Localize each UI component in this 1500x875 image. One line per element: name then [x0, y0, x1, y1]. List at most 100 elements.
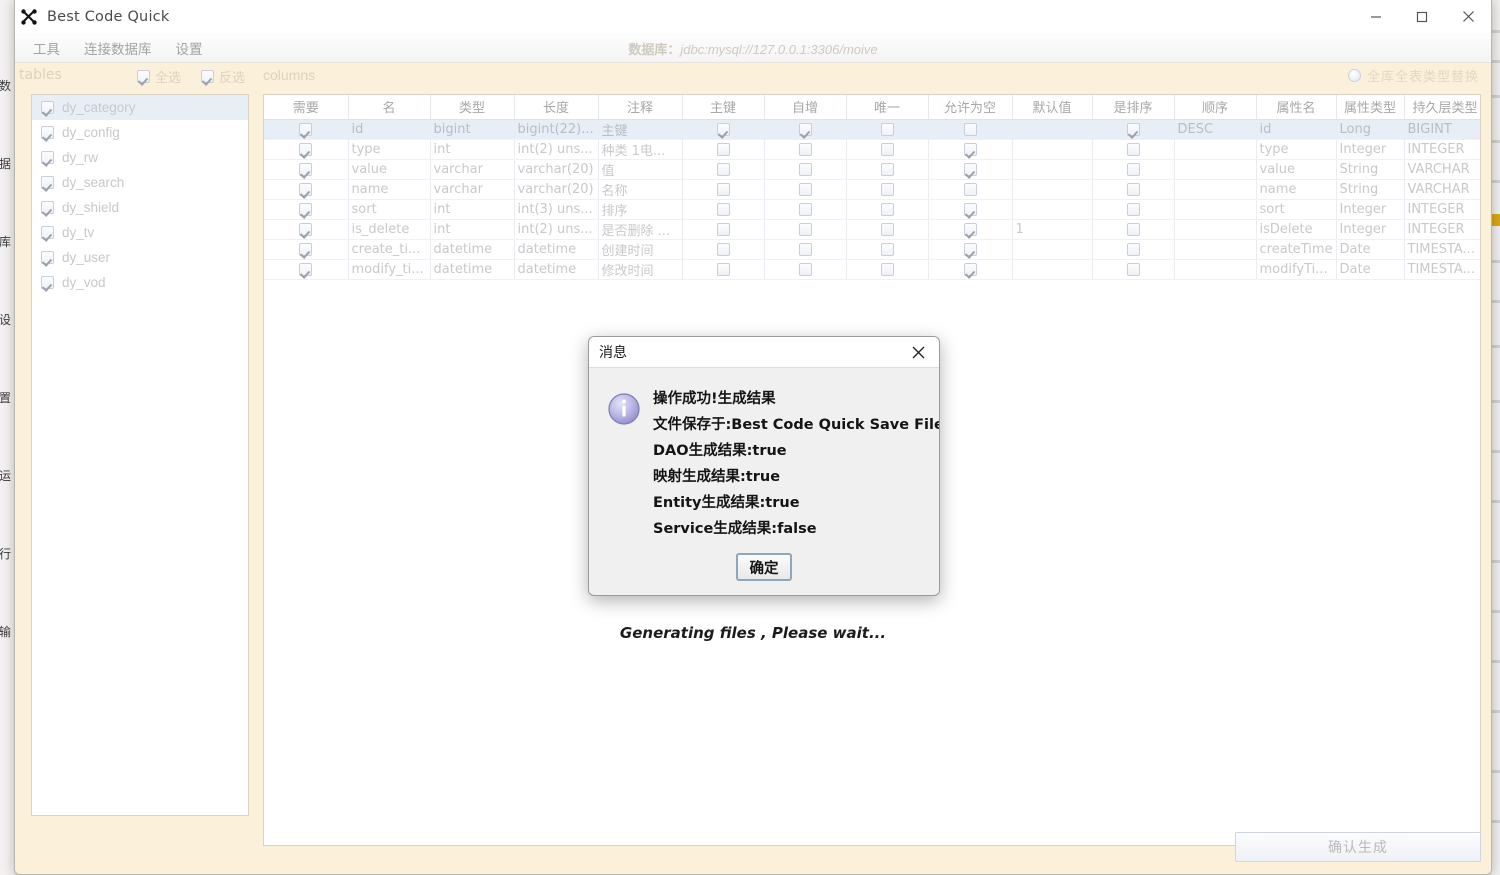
grid-cell-unique[interactable] [846, 239, 929, 260]
grid-cell-sort-order[interactable] [1174, 239, 1257, 260]
grid-cell-comment[interactable]: 主键 [598, 119, 683, 140]
grid-cell-length[interactable]: int(2) uns... [514, 219, 599, 240]
grid-checkbox-unique[interactable] [880, 202, 894, 216]
grid-checkbox-auto-increment[interactable] [798, 222, 812, 236]
grid-cell-property-type[interactable]: Date [1336, 239, 1405, 260]
grid-cell-is-sort[interactable] [1092, 259, 1175, 280]
tables-list-panel[interactable]: dy_category dy_config dy_rw dy_search dy_shi… [31, 94, 249, 816]
grid-cell-primary-key[interactable] [682, 259, 765, 280]
grid-cell-is-sort[interactable] [1092, 159, 1175, 180]
grid-cell-property-name[interactable]: value [1256, 159, 1337, 180]
grid-cell-sort-order[interactable] [1174, 139, 1257, 160]
grid-checkbox-unique[interactable] [880, 122, 894, 136]
grid-checkbox-is-sort[interactable] [1126, 242, 1140, 256]
grid-checkbox-need[interactable] [299, 202, 313, 216]
grid-cell-need[interactable] [264, 119, 349, 140]
table-item-checkbox[interactable] [41, 151, 54, 164]
grid-cell-property-type[interactable]: Date [1336, 259, 1405, 280]
grid-cell-primary-key[interactable] [682, 139, 765, 160]
grid-checkbox-auto-increment[interactable] [798, 202, 812, 216]
grid-cell-persist-type[interactable]: VARCHAR [1404, 179, 1480, 200]
table-item-checkbox[interactable] [41, 251, 54, 264]
grid-cell-primary-key[interactable] [682, 179, 765, 200]
table-list-item[interactable]: dy_config [32, 120, 248, 145]
grid-checkbox-need[interactable] [299, 162, 313, 176]
grid-row[interactable]: modify_ti... datetime datetime 修改时间 modifyTi… [264, 259, 1480, 280]
table-list-item[interactable]: dy_category [32, 95, 248, 120]
grid-header-cell[interactable]: 顺序 [1174, 95, 1257, 120]
grid-header-cell[interactable]: 唯一 [846, 95, 929, 120]
replace-all-types-radio[interactable]: 全库全表类型替换 [1347, 66, 1479, 85]
grid-cell-type[interactable]: int [430, 139, 515, 160]
replace-all-types-radio-dot[interactable] [1347, 69, 1361, 82]
grid-checkbox-auto-increment[interactable] [798, 262, 812, 276]
grid-cell-unique[interactable] [846, 139, 929, 160]
grid-cell-unique[interactable] [846, 219, 929, 240]
grid-cell-comment[interactable]: 是否删除 ... [598, 219, 683, 240]
grid-checkbox-auto-increment[interactable] [798, 122, 812, 136]
grid-row[interactable]: id bigint bigint(22)... 主键 DESC id Long BIGINT [264, 119, 1480, 140]
grid-cell-auto-increment[interactable] [764, 259, 847, 280]
grid-checkbox-need[interactable] [299, 122, 313, 136]
grid-cell-property-name[interactable]: modifyTi... [1256, 259, 1337, 280]
grid-cell-property-name[interactable]: name [1256, 179, 1337, 200]
grid-cell-sort-order[interactable] [1174, 199, 1257, 220]
grid-cell-nullable[interactable] [928, 119, 1013, 140]
grid-cell-comment[interactable]: 名称 [598, 179, 683, 200]
grid-cell-comment[interactable]: 值 [598, 159, 683, 180]
grid-cell-property-type[interactable]: Integer [1336, 199, 1405, 220]
table-list-item[interactable]: dy_vod [32, 270, 248, 295]
grid-cell-need[interactable] [264, 239, 349, 260]
grid-checkbox-need[interactable] [299, 182, 313, 196]
grid-cell-property-name[interactable]: type [1256, 139, 1337, 160]
grid-header-cell[interactable]: 自增 [764, 95, 847, 120]
grid-cell-comment[interactable]: 修改时间 [598, 259, 683, 280]
grid-checkbox-auto-increment[interactable] [798, 182, 812, 196]
invert-selection-checkbox-box[interactable] [201, 70, 214, 83]
grid-cell-property-type[interactable]: String [1336, 179, 1405, 200]
grid-cell-primary-key[interactable] [682, 119, 765, 140]
grid-header-cell[interactable]: 注释 [598, 95, 683, 120]
grid-cell-property-type[interactable]: Integer [1336, 219, 1405, 240]
grid-cell-default-value[interactable] [1012, 179, 1093, 200]
grid-header-cell[interactable]: 持久层类型 [1404, 95, 1480, 120]
grid-cell-type[interactable]: varchar [430, 179, 515, 200]
grid-cell-default-value[interactable] [1012, 239, 1093, 260]
grid-checkbox-unique[interactable] [880, 182, 894, 196]
grid-checkbox-need[interactable] [299, 142, 313, 156]
grid-cell-need[interactable] [264, 159, 349, 180]
grid-cell-persist-type[interactable]: INTEGER [1404, 199, 1480, 220]
menu-item-tools[interactable]: 工具 [21, 36, 72, 60]
grid-cell-nullable[interactable] [928, 179, 1013, 200]
grid-checkbox-is-sort[interactable] [1126, 202, 1140, 216]
grid-cell-name[interactable]: modify_ti... [348, 259, 431, 280]
grid-checkbox-primary-key[interactable] [716, 162, 730, 176]
grid-cell-is-sort[interactable] [1092, 219, 1175, 240]
grid-cell-default-value[interactable] [1012, 159, 1093, 180]
confirm-generate-button[interactable]: 确认生成 [1235, 832, 1481, 862]
grid-cell-is-sort[interactable] [1092, 239, 1175, 260]
grid-cell-primary-key[interactable] [682, 239, 765, 260]
table-item-checkbox[interactable] [41, 226, 54, 239]
grid-cell-persist-type[interactable]: INTEGER [1404, 219, 1480, 240]
grid-header-cell[interactable]: 属性类型 [1336, 95, 1405, 120]
grid-cell-default-value[interactable]: 1 [1012, 219, 1093, 240]
maximize-button[interactable] [1399, 0, 1445, 33]
table-item-checkbox[interactable] [41, 201, 54, 214]
select-all-checkbox-box[interactable] [137, 70, 150, 83]
table-list-item[interactable]: dy_shield [32, 195, 248, 220]
grid-cell-length[interactable]: varchar(20) [514, 159, 599, 180]
grid-header-cell[interactable]: 需要 [264, 95, 349, 120]
grid-cell-need[interactable] [264, 139, 349, 160]
minimize-button[interactable] [1353, 0, 1399, 33]
grid-cell-sort-order[interactable]: DESC [1174, 119, 1257, 140]
grid-cell-property-type[interactable]: String [1336, 159, 1405, 180]
grid-cell-sort-order[interactable] [1174, 219, 1257, 240]
grid-cell-primary-key[interactable] [682, 219, 765, 240]
grid-cell-sort-order[interactable] [1174, 179, 1257, 200]
grid-cell-primary-key[interactable] [682, 159, 765, 180]
grid-header-cell[interactable]: 主键 [682, 95, 765, 120]
grid-cell-property-name[interactable]: sort [1256, 199, 1337, 220]
grid-checkbox-is-sort[interactable] [1126, 262, 1140, 276]
grid-row[interactable]: name varchar varchar(20) 名称 name String VARCHA… [264, 179, 1480, 200]
